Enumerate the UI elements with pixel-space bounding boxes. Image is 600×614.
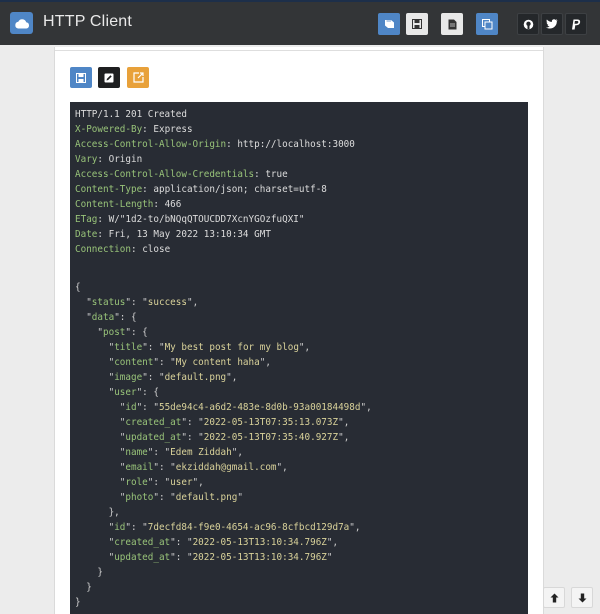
- header-line: Connection: close: [75, 244, 171, 255]
- json-line: "status": "success",: [75, 297, 199, 308]
- arrow-down-icon: [578, 593, 586, 602]
- copy-icon: [481, 18, 492, 29]
- json-line: "user": {: [75, 387, 159, 398]
- top-accent-line: [0, 0, 600, 2]
- save-response-button[interactable]: [70, 67, 92, 88]
- edit-icon: [104, 73, 114, 82]
- json-line: {: [75, 282, 81, 293]
- json-line: "created_at": "2022-05-13T07:35:13.073Z"…: [75, 417, 350, 428]
- json-line: }: [75, 582, 92, 593]
- arrow-up-icon: [550, 593, 558, 602]
- scroll-up-button[interactable]: [543, 587, 565, 608]
- external-link-icon: [132, 72, 144, 83]
- response-viewer: HTTP/1.1 201 Created X-Powered-By: Expre…: [70, 102, 528, 614]
- json-line: "content": "My content haha",: [75, 357, 271, 368]
- json-line: "photo": "default.png": [75, 492, 243, 503]
- header-line: Date: Fri, 13 May 2022 13:10:34 GMT: [75, 229, 271, 240]
- json-line: "id": "7decfd84-f9e0-4654-ac96-8cfbcd129…: [75, 522, 361, 533]
- header-line: Content-Type: application/json; charset=…: [75, 184, 327, 195]
- header-line: Content-Length: 466: [75, 199, 182, 210]
- json-line: "updated_at": "2022-05-13T07:35:40.927Z"…: [75, 432, 350, 443]
- json-line: "created_at": "2022-05-13T13:10:34.796Z"…: [75, 537, 339, 548]
- json-line: "updated_at": "2022-05-13T13:10:34.796Z": [75, 552, 333, 563]
- cloud-logo-icon: [10, 12, 33, 34]
- book-icon: [384, 20, 394, 28]
- json-line: },: [75, 507, 120, 518]
- json-line: "post": {: [75, 327, 148, 338]
- app-title: HTTP Client: [43, 13, 133, 30]
- json-line: "name": "Edem Ziddah",: [75, 447, 243, 458]
- header-line: Access-Control-Allow-Credentials: true: [75, 169, 288, 180]
- twitter-button[interactable]: [541, 13, 563, 35]
- top-bar: HTTP Client: [0, 0, 600, 45]
- json-line: "id": "55de94c4-a6d2-483e-8d0b-93a001844…: [75, 402, 372, 413]
- header-line: Access-Control-Allow-Origin: http://loca…: [75, 139, 355, 150]
- edit-response-button[interactable]: [98, 67, 120, 88]
- save-icon: [76, 72, 86, 83]
- panel-divider: [55, 47, 543, 51]
- save-icon: [412, 19, 422, 29]
- json-line: }: [75, 597, 81, 608]
- json-line: "role": "user",: [75, 477, 204, 488]
- json-line: "data": {: [75, 312, 137, 323]
- book-button[interactable]: [378, 13, 400, 35]
- paypal-button[interactable]: [565, 13, 587, 35]
- header-line: ETag: W/"1d2-to/bNQqQTOUCDD7XcnYGOzfuQXI…: [75, 214, 305, 225]
- file-icon: [448, 19, 456, 29]
- json-line: "email": "ekziddah@gmail.com",: [75, 462, 288, 473]
- json-line: "title": "My best post for my blog",: [75, 342, 311, 353]
- github-icon: [523, 19, 533, 29]
- github-button[interactable]: [517, 13, 539, 35]
- copy-button[interactable]: [476, 13, 498, 35]
- status-line: HTTP/1.1 201 Created: [75, 109, 187, 120]
- twitter-icon: [546, 19, 558, 29]
- json-line: }: [75, 567, 103, 578]
- header-line: Vary: Origin: [75, 154, 143, 165]
- open-external-button[interactable]: [127, 67, 149, 88]
- save-button[interactable]: [406, 13, 428, 35]
- paypal-icon: [572, 19, 581, 29]
- file-button[interactable]: [441, 13, 463, 35]
- scroll-down-button[interactable]: [571, 587, 593, 608]
- json-line: "image": "default.png",: [75, 372, 238, 383]
- header-line: X-Powered-By: Express: [75, 124, 193, 135]
